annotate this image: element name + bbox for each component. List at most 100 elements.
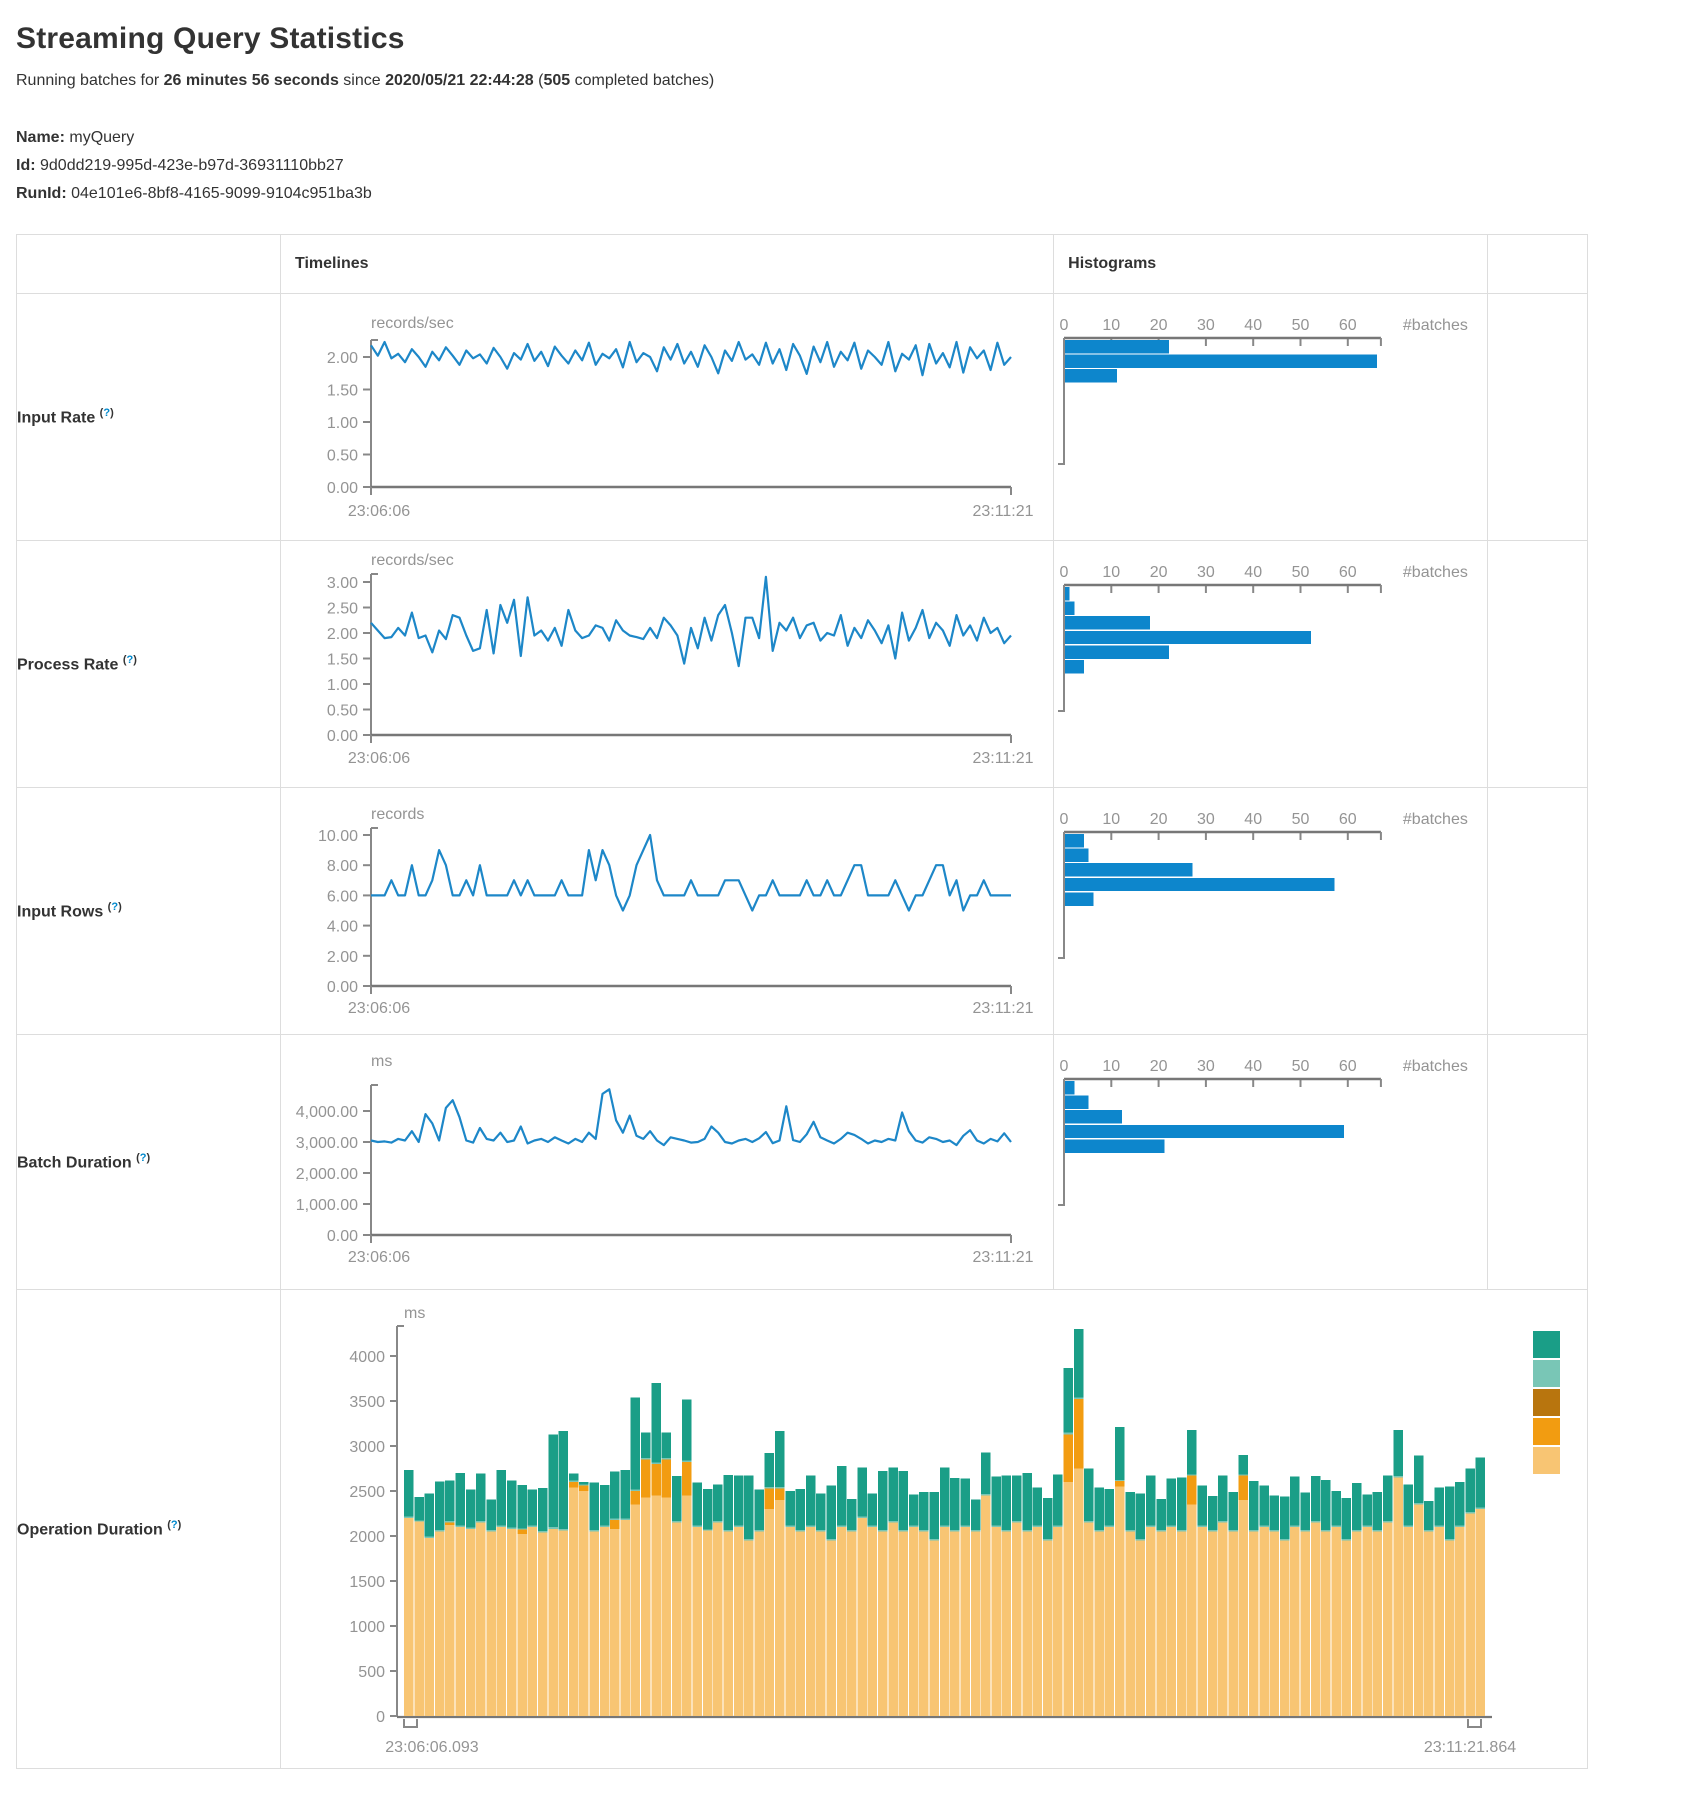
batch-duration-timeline-chart: ms4,000.003,000.002,000.001,000.000.0023…	[281, 1035, 1051, 1289]
table-row-input-rows: Input Rows (?) records 10.00 8.00 6.00 4.00 2…	[17, 788, 1588, 1035]
query-id-line: Id: 9d0dd219-995d-423e-b97d-36931110bb27	[16, 152, 1677, 180]
svg-text:23:06:06: 23:06:06	[348, 1000, 410, 1017]
svg-text:3000: 3000	[349, 1439, 385, 1456]
table-row-process-rate: Process Rate (?) records/sec3.002.502.00…	[17, 541, 1588, 788]
query-metadata: Name: myQuery Id: 9d0dd219-995d-423e-b97…	[16, 124, 1677, 208]
svg-text:30: 30	[1197, 564, 1215, 581]
svg-text:23:11:21: 23:11:21	[972, 1000, 1033, 1017]
empty-cell	[1487, 541, 1587, 788]
svg-text:20: 20	[1150, 1058, 1168, 1075]
svg-text:10.00: 10.00	[318, 828, 358, 845]
query-name-value: myQuery	[69, 129, 134, 146]
query-name-label: Name:	[16, 129, 65, 146]
svg-text:40: 40	[1244, 811, 1262, 828]
svg-text:3500: 3500	[349, 1394, 385, 1411]
svg-text:2000: 2000	[349, 1529, 385, 1546]
batch-duration-help-icon[interactable]: (?)	[136, 1152, 150, 1164]
input-rate-histogram-chart: 0102030405060#batches	[1054, 294, 1486, 540]
svg-text:4,000.00: 4,000.00	[296, 1104, 358, 1121]
svg-text:records/sec: records/sec	[371, 315, 454, 332]
svg-text:0.00: 0.00	[327, 1228, 358, 1245]
query-id-label: Id:	[16, 157, 36, 174]
svg-text:#batches: #batches	[1403, 564, 1468, 581]
process-rate-histogram-chart: 0102030405060#batches	[1054, 541, 1486, 787]
summary-prefix: Running batches for	[16, 72, 164, 89]
svg-text:23:06:06: 23:06:06	[348, 1249, 410, 1266]
svg-text:60: 60	[1339, 317, 1357, 334]
svg-text:50: 50	[1292, 317, 1310, 334]
header-histograms: Histograms	[1054, 235, 1488, 294]
svg-text:1500: 1500	[349, 1574, 385, 1591]
svg-text:3,000.00: 3,000.00	[296, 1135, 358, 1152]
svg-text:4000: 4000	[349, 1349, 385, 1366]
empty-cell	[1487, 1035, 1587, 1290]
svg-text:records/sec: records/sec	[371, 552, 454, 569]
header-empty-cell-right	[1487, 235, 1587, 294]
summary-suffix: completed batches)	[570, 72, 714, 89]
operation-duration-help-icon[interactable]: (?)	[167, 1519, 181, 1531]
svg-text:40: 40	[1244, 564, 1262, 581]
process-rate-help-icon[interactable]: (?)	[123, 654, 137, 666]
header-empty-cell	[17, 235, 281, 294]
svg-text:23:11:21: 23:11:21	[972, 750, 1033, 767]
process-rate-timeline-chart: records/sec3.002.502.001.501.000.500.002…	[281, 541, 1051, 787]
svg-text:0.50: 0.50	[327, 448, 358, 465]
svg-text:23:06:06: 23:06:06	[348, 750, 410, 767]
svg-text:0.00: 0.00	[327, 728, 358, 745]
completed-batch-count: 505	[543, 72, 570, 89]
svg-text:50: 50	[1292, 564, 1310, 581]
svg-text:500: 500	[358, 1664, 385, 1681]
svg-text:23:11:21.864: 23:11:21.864	[1424, 1739, 1516, 1756]
svg-text:10: 10	[1103, 811, 1121, 828]
running-duration: 26 minutes 56 seconds	[164, 72, 339, 89]
running-batches-summary: Running batches for 26 minutes 56 second…	[16, 72, 1677, 90]
svg-text:10: 10	[1103, 1058, 1121, 1075]
input-rate-help-icon[interactable]: (?)	[100, 407, 114, 419]
svg-text:30: 30	[1197, 1058, 1215, 1075]
table-row-input-rate: Input Rate (?) records/sec2.001.501.000.…	[17, 294, 1588, 541]
svg-text:30: 30	[1197, 317, 1215, 334]
svg-text:23:06:06: 23:06:06	[348, 503, 410, 520]
svg-text:2.00: 2.00	[327, 949, 358, 966]
query-name-line: Name: myQuery	[16, 124, 1677, 152]
svg-text:0.50: 0.50	[327, 703, 358, 720]
svg-text:1.50: 1.50	[327, 383, 358, 400]
batch-duration-histogram-chart: 0102030405060#batches	[1054, 1035, 1486, 1289]
row-label-process-rate: Process Rate (?)	[17, 541, 281, 788]
query-runid-label: RunId:	[16, 185, 67, 202]
svg-text:6.00: 6.00	[327, 888, 358, 905]
input-rows-timeline-chart: records 10.00 8.00 6.00 4.00 2.00 0.00 23:06:06…	[281, 788, 1051, 1034]
input-rows-help-icon[interactable]: (?)	[108, 901, 122, 913]
row-label-input-rows: Input Rows (?)	[17, 788, 281, 1035]
svg-text:ms: ms	[404, 1305, 425, 1322]
svg-text:1.50: 1.50	[327, 652, 358, 669]
row-label-operation-duration: Operation Duration (?)	[17, 1290, 281, 1769]
svg-text:2500: 2500	[349, 1484, 385, 1501]
svg-text:#batches: #batches	[1403, 1058, 1468, 1075]
svg-text:0.00: 0.00	[327, 979, 358, 996]
svg-text:40: 40	[1244, 317, 1262, 334]
row-label-input-rate: Input Rate (?)	[17, 294, 281, 541]
svg-text:10: 10	[1103, 564, 1121, 581]
header-timelines: Timelines	[281, 235, 1054, 294]
svg-text:8.00: 8.00	[327, 858, 358, 875]
operation-duration-stacked-chart: ms4000350030002500200015001000500023:06:…	[281, 1290, 1587, 1768]
svg-text:0: 0	[1060, 317, 1069, 334]
input-rate-timeline-chart: records/sec2.001.501.000.500.0023:06:062…	[281, 294, 1051, 540]
svg-text:0.00: 0.00	[327, 480, 358, 497]
query-runid-value: 04e101e6-8bf8-4165-9099-9104c951ba3b	[71, 185, 372, 202]
statistics-table: Timelines Histograms Input Rate (?) reco…	[16, 234, 1588, 1769]
svg-text:records: records	[371, 806, 424, 823]
svg-text:0: 0	[1060, 1058, 1069, 1075]
svg-text:2.00: 2.00	[327, 626, 358, 643]
svg-text:20: 20	[1150, 317, 1168, 334]
svg-text:50: 50	[1292, 811, 1310, 828]
svg-text:40: 40	[1244, 1058, 1262, 1075]
svg-text:4.00: 4.00	[327, 919, 358, 936]
svg-text:0: 0	[1060, 811, 1069, 828]
svg-text:0: 0	[376, 1709, 385, 1726]
svg-text:0: 0	[1060, 564, 1069, 581]
summary-paren: (	[534, 72, 544, 89]
page-title: Streaming Query Statistics	[16, 22, 1677, 56]
query-runid-line: RunId: 04e101e6-8bf8-4165-9099-9104c951b…	[16, 180, 1677, 208]
